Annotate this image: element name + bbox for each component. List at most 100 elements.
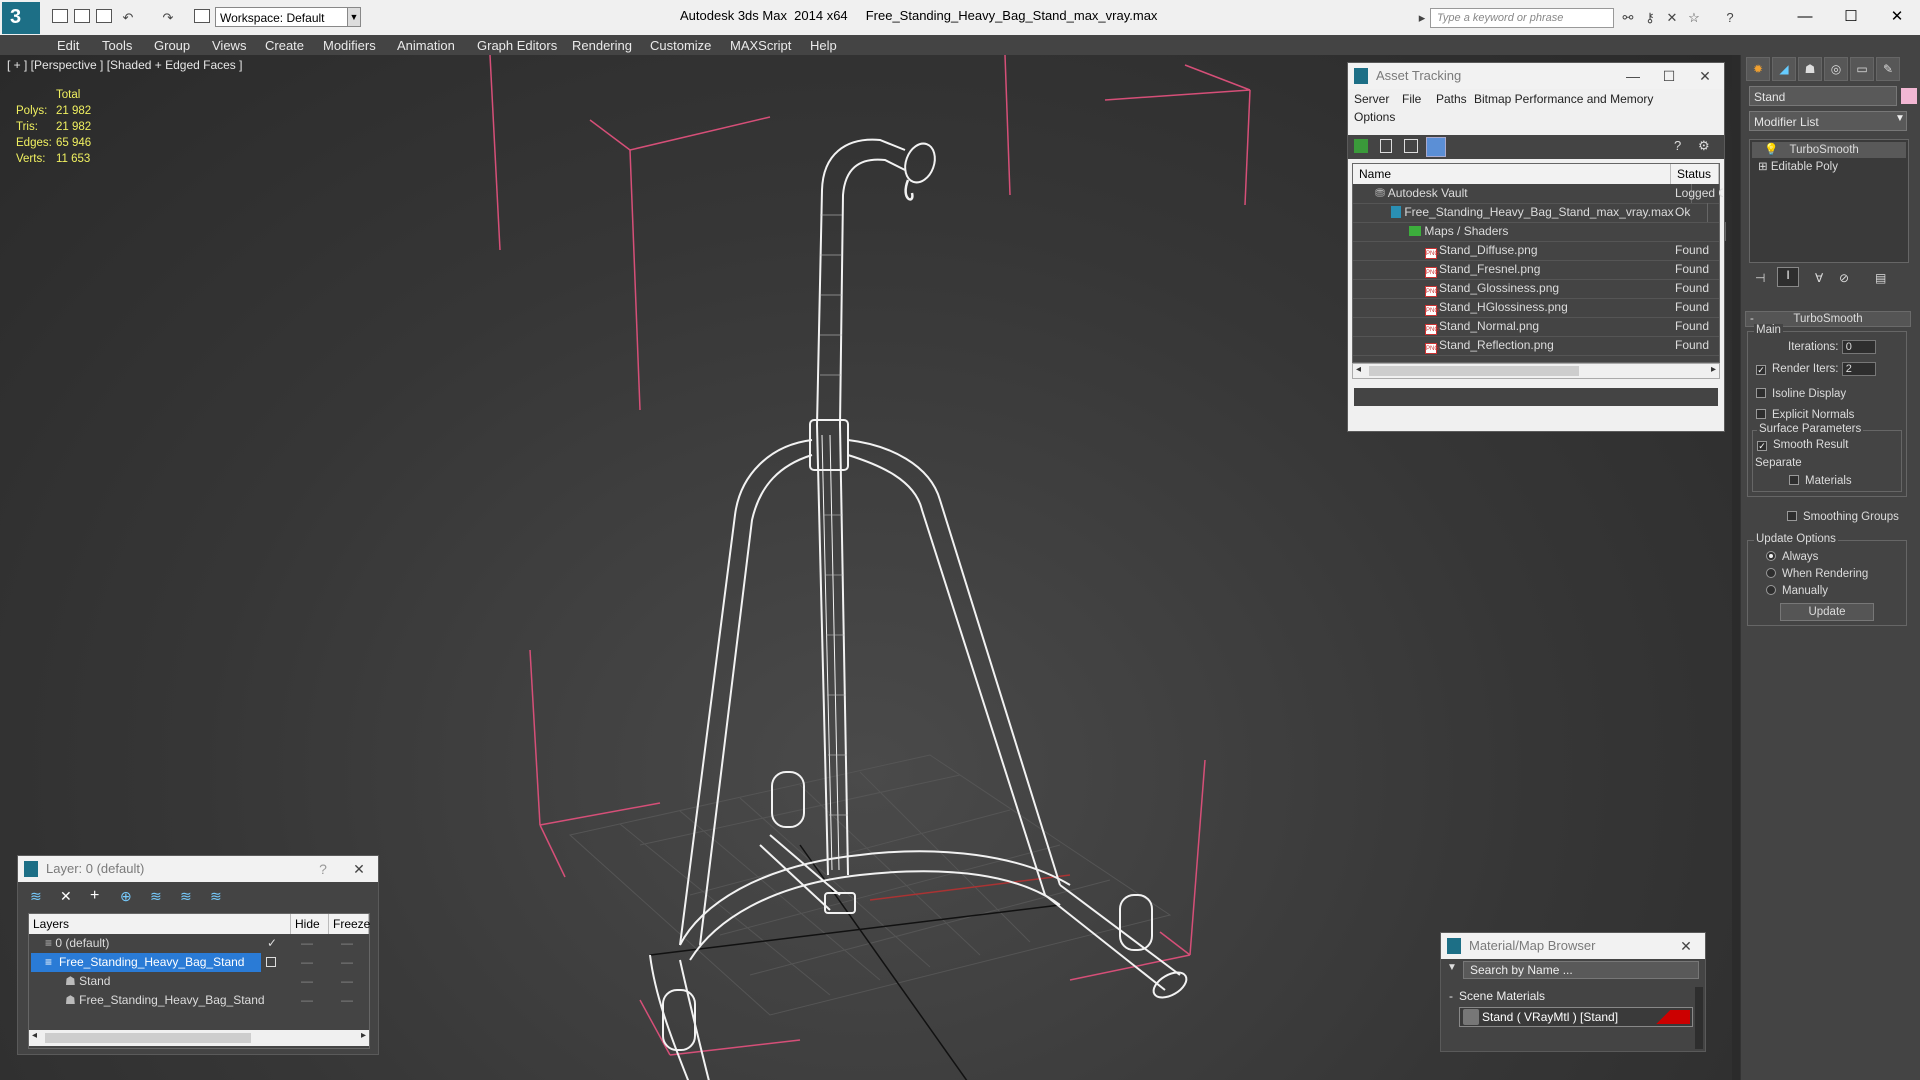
freeze-toggle[interactable]: — <box>341 972 353 991</box>
close-button[interactable]: ✕ <box>1671 933 1701 959</box>
chevron-right-icon[interactable]: ▸ <box>1711 364 1716 375</box>
scene-materials-group[interactable]: - Scene Materials <box>1449 989 1693 1003</box>
refresh-icon[interactable] <box>1354 139 1368 153</box>
tools-icon[interactable]: ✕ <box>1664 10 1680 26</box>
column-header-layers[interactable]: Layers <box>29 914 291 934</box>
chevron-right-icon[interactable]: ▸ <box>1414 10 1430 26</box>
hide-toggle[interactable]: — <box>301 972 313 991</box>
object-color-swatch[interactable] <box>1901 88 1917 104</box>
menu-options[interactable]: Options <box>1354 110 1395 124</box>
freeze-all-layers-icon[interactable]: ≋ <box>210 888 222 905</box>
close-button[interactable]: ✕ <box>1874 4 1920 30</box>
layer-row[interactable]: ≡ Free_Standing_Heavy_Bag_Stand — — <box>29 953 369 972</box>
display-tab-icon[interactable]: ▭ <box>1850 57 1874 81</box>
pin-stack-icon[interactable]: ⊣ <box>1755 271 1765 285</box>
table-row[interactable]: Free_Standing_Heavy_Bag_Stand_max_vray.m… <box>1353 203 1719 223</box>
explicit-normals-checkbox[interactable] <box>1756 409 1766 419</box>
menu-file[interactable]: File <box>1402 92 1421 106</box>
new-file-icon[interactable] <box>52 9 68 23</box>
chevron-down-icon[interactable]: ▼ <box>347 7 361 27</box>
select-in-layer-icon[interactable]: ⊕ <box>120 888 132 905</box>
render-iters-spinner[interactable]: 2 <box>1841 362 1876 376</box>
asset-path-field[interactable] <box>1352 386 1720 408</box>
material-item-stand[interactable]: Stand ( VRayMtl ) [Stand] <box>1459 1007 1693 1027</box>
current-layer-toggle[interactable] <box>266 957 276 967</box>
freeze-toggle[interactable]: — <box>341 953 353 972</box>
freeze-toggle[interactable]: — <box>341 991 353 1010</box>
smooth-result-checkbox[interactable]: ✓ <box>1757 441 1767 451</box>
menu-bitmap-performance[interactable]: Bitmap Performance and Memory <box>1474 92 1653 106</box>
star-icon[interactable]: ☆ <box>1686 10 1702 26</box>
help-icon[interactable]: ? <box>1674 138 1690 154</box>
chevron-left-icon[interactable]: ◂ <box>32 1030 37 1041</box>
menu-server[interactable]: Server <box>1354 92 1389 106</box>
update-button[interactable]: Update <box>1780 603 1874 621</box>
menu-animation[interactable]: Animation <box>397 38 455 53</box>
open-file-icon[interactable] <box>74 9 90 23</box>
layer-title-bar[interactable]: Layer: 0 (default) ? ✕ <box>18 856 378 882</box>
table-row[interactable]: PNGStand_Normal.png Found <box>1353 317 1742 337</box>
menu-edit[interactable]: Edit <box>57 38 79 53</box>
close-button[interactable]: ✕ <box>344 856 374 882</box>
vertical-scrollbar[interactable] <box>1695 987 1703 1049</box>
create-tab-icon[interactable]: ✹ <box>1746 57 1770 81</box>
menu-graph-editors[interactable]: Graph Editors <box>477 38 557 53</box>
iterations-spinner[interactable]: 0 <box>1841 340 1876 354</box>
table-row[interactable]: PNGStand_Reflection.png Found <box>1353 336 1742 356</box>
menu-create[interactable]: Create <box>265 38 304 53</box>
smoothing-groups-checkbox[interactable] <box>1787 511 1797 521</box>
save-file-icon[interactable] <box>96 9 112 23</box>
menu-views[interactable]: Views <box>212 38 246 53</box>
freeze-toggle[interactable]: — <box>341 934 353 953</box>
remove-modifier-icon[interactable]: ⊘ <box>1839 271 1849 285</box>
menu-help[interactable]: Help <box>810 38 837 53</box>
modify-tab-icon[interactable]: ◢ <box>1772 57 1796 81</box>
horizontal-scrollbar[interactable]: ◂ ▸ <box>1352 363 1720 379</box>
chevron-down-icon[interactable]: ▼ <box>1895 113 1905 124</box>
hide-toggle[interactable]: — <box>301 991 313 1010</box>
object-name-field[interactable]: Stand <box>1749 86 1897 106</box>
asset-tracking-title-bar[interactable]: Asset Tracking — ☐ ✕ <box>1348 63 1724 89</box>
layer-row[interactable]: ☗ Stand — — <box>29 972 369 991</box>
active-layer-check-icon[interactable]: ✓ <box>267 934 277 953</box>
table-row[interactable]: PNGStand_Fresnel.png Found <box>1353 260 1742 280</box>
hide-toggle[interactable]: — <box>301 953 313 972</box>
thumbnail-view-icon[interactable] <box>1404 139 1418 153</box>
utilities-tab-icon[interactable]: ✎ <box>1876 57 1900 81</box>
add-to-layer-icon[interactable]: + <box>90 887 99 905</box>
modifier-list-dropdown[interactable]: Modifier List <box>1749 111 1907 131</box>
menu-paths[interactable]: Paths <box>1436 92 1467 106</box>
list-view-icon[interactable] <box>1380 139 1392 153</box>
layer-row[interactable]: ☗ Free_Standing_Heavy_Bag_Stand — — <box>29 991 369 1010</box>
plus-icon[interactable]: ⊞ <box>1752 161 1768 173</box>
stack-item-editable-poly[interactable]: ⊞ Editable Poly <box>1752 159 1906 175</box>
menu-modifiers[interactable]: Modifiers <box>323 38 376 53</box>
app-logo-icon[interactable]: 3 <box>2 2 40 34</box>
layer-row[interactable]: ≡ 0 (default) ✓ — — <box>29 934 369 953</box>
material-search-input[interactable]: Search by Name ... <box>1463 961 1699 979</box>
project-folder-icon[interactable] <box>194 9 210 23</box>
manually-radio[interactable] <box>1766 585 1776 595</box>
menu-group[interactable]: Group <box>154 38 190 53</box>
workspace-dropdown[interactable]: Workspace: Default <box>215 7 361 27</box>
menu-maxscript[interactable]: MAXScript <box>730 38 791 53</box>
table-row[interactable]: ⛃ Autodesk Vault Logged O <box>1353 184 1723 204</box>
maximize-button[interactable]: ☐ <box>1654 63 1684 89</box>
hide-toggle[interactable]: — <box>301 934 313 953</box>
undo-icon[interactable]: ↶ <box>120 10 136 26</box>
help-icon[interactable]: ? <box>308 856 338 882</box>
when-rendering-radio[interactable] <box>1766 568 1776 578</box>
help-icon[interactable]: ? <box>1722 10 1738 26</box>
render-iters-checkbox[interactable]: ✓ <box>1756 365 1766 376</box>
always-radio[interactable] <box>1766 551 1776 561</box>
settings-icon[interactable]: ⚙ <box>1698 138 1714 154</box>
table-row[interactable]: Maps / Shaders <box>1353 222 1726 242</box>
key-icon[interactable]: ⚷ <box>1642 10 1658 26</box>
minimize-button[interactable]: — <box>1618 63 1648 89</box>
stack-item-turbosmooth[interactable]: 💡 TurboSmooth <box>1752 142 1906 158</box>
maximize-button[interactable]: ☐ <box>1828 4 1874 30</box>
horizontal-scrollbar[interactable]: ◂ ▸ <box>29 1030 369 1046</box>
chevron-right-icon[interactable]: ▸ <box>361 1030 366 1041</box>
isoline-checkbox[interactable] <box>1756 388 1766 398</box>
configure-sets-icon[interactable]: ▤ <box>1875 271 1886 285</box>
